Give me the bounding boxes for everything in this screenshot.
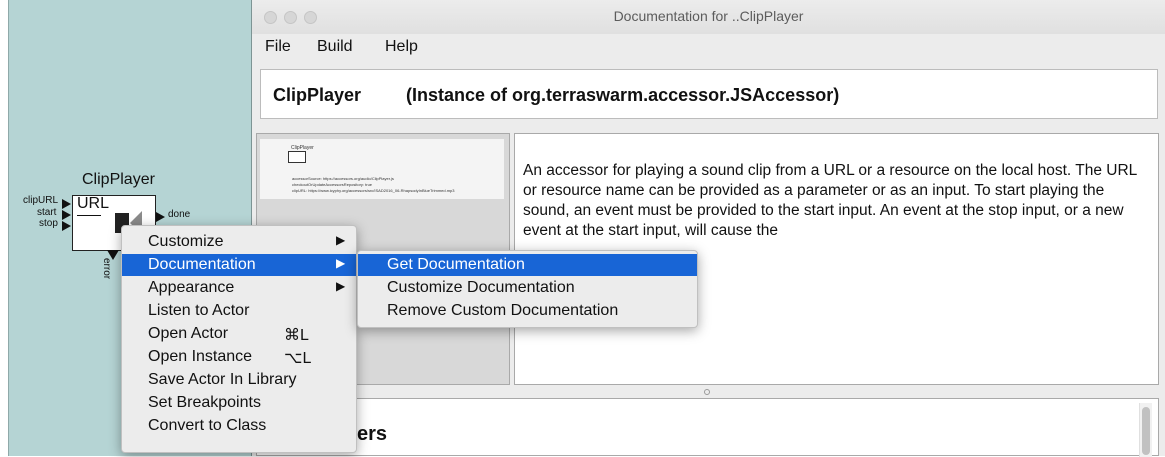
thumb-line-3: clipURL: https://www.icyphy.org/accessor…: [292, 188, 455, 193]
menu-file[interactable]: File: [265, 38, 291, 56]
sub-label: Remove Custom Documentation: [387, 302, 619, 319]
url-underline: [77, 215, 101, 216]
actor-thumbnail: ClipPlayer accessorSource: https://acces…: [260, 139, 504, 199]
ctx-label: Appearance: [148, 279, 235, 296]
actor-title: ClipPlayer: [82, 171, 155, 188]
window-title: Documentation for ..ClipPlayer: [613, 8, 804, 24]
port-label-start: start: [37, 207, 57, 218]
ctx-label: Open Actor: [148, 325, 229, 342]
thumb-actor-box: [288, 151, 306, 163]
port-label-done: done: [168, 209, 191, 220]
ctx-set-breakpoints[interactable]: Set Breakpoints: [122, 392, 356, 414]
ctx-open-instance[interactable]: Open Instance ⌥L: [122, 346, 356, 368]
port-label-error: error: [101, 258, 112, 280]
menu-build[interactable]: Build: [317, 38, 353, 56]
ctx-label: Open Instance: [148, 348, 253, 365]
ctx-shortcut: ⌘L: [284, 327, 309, 344]
done-port[interactable]: [156, 212, 165, 222]
clipurl-port[interactable]: [62, 199, 71, 209]
title-bar[interactable]: Documentation for ..ClipPlayer: [252, 0, 1165, 35]
sub-label: Customize Documentation: [387, 279, 575, 296]
ctx-label: Customize: [148, 233, 224, 250]
ctx-documentation[interactable]: Documentation ▶: [122, 254, 356, 276]
doc-header: ClipPlayer (Instance of org.terraswarm.a…: [260, 69, 1158, 119]
scrollbar-thumb[interactable]: [1142, 407, 1150, 455]
ctx-label: Convert to Class: [148, 417, 267, 434]
port-label-clipurl: clipURL: [23, 195, 59, 206]
actor-context-menu: Customize ▶ Documentation ▶ Appearance ▶…: [121, 225, 357, 453]
documentation-submenu: Get Documentation Customize Documentatio…: [357, 250, 698, 328]
parameters-panel: ers: [256, 398, 1159, 457]
stop-port[interactable]: [62, 221, 71, 231]
documentation-window: Documentation for ..ClipPlayer File Buil…: [252, 0, 1165, 457]
ctx-open-actor[interactable]: Open Actor ⌘L: [122, 323, 356, 345]
description-text: An accessor for playing a sound clip fro…: [523, 162, 1137, 239]
submenu-arrow-icon: ▶: [336, 256, 346, 270]
splitter-handle[interactable]: [704, 389, 710, 395]
ctx-customize[interactable]: Customize ▶: [122, 231, 356, 253]
parameters-heading: ers: [357, 423, 388, 445]
vertical-scrollbar[interactable]: [1139, 403, 1152, 457]
ctx-label: Set Breakpoints: [148, 394, 261, 411]
menu-help[interactable]: Help: [385, 38, 418, 56]
ctx-label: Documentation: [148, 256, 256, 273]
thumb-line-1: accessorSource: https://accessors.org/au…: [292, 176, 394, 181]
sub-customize-documentation[interactable]: Customize Documentation: [358, 277, 697, 299]
url-label: URL: [77, 195, 110, 212]
sub-remove-custom-documentation[interactable]: Remove Custom Documentation: [358, 300, 697, 322]
menu-bar: File Build Help: [252, 34, 1165, 60]
submenu-arrow-icon: ▶: [336, 279, 346, 293]
ctx-listen-to-actor[interactable]: Listen to Actor: [122, 300, 356, 322]
ctx-label: Listen to Actor: [148, 302, 250, 319]
ctx-appearance[interactable]: Appearance ▶: [122, 277, 356, 299]
start-port[interactable]: [62, 210, 71, 220]
submenu-arrow-icon: ▶: [336, 233, 346, 247]
sub-get-documentation[interactable]: Get Documentation: [358, 254, 697, 276]
ctx-convert-to-class[interactable]: Convert to Class: [122, 415, 356, 437]
ctx-shortcut: ⌥L: [284, 350, 312, 367]
thumb-line-2: checkoutOrUpdateAccessorsRepository: tru…: [292, 182, 373, 187]
port-label-stop: stop: [39, 218, 58, 229]
doc-actor-name: ClipPlayer: [273, 85, 362, 105]
doc-instance-of: (Instance of org.terraswarm.accessor.JSA…: [406, 85, 840, 105]
ctx-save-actor-in-library[interactable]: Save Actor In Library: [122, 369, 356, 391]
ctx-label: Save Actor In Library: [148, 371, 297, 388]
sub-label: Get Documentation: [387, 256, 525, 273]
